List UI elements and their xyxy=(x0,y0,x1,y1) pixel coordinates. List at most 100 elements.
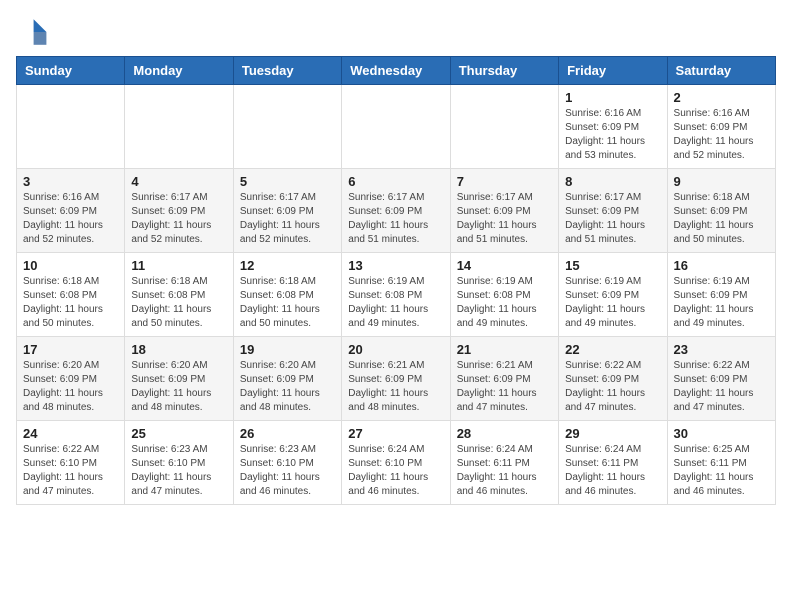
day-detail: Sunrise: 6:21 AM Sunset: 6:09 PM Dayligh… xyxy=(457,359,552,415)
day-detail: Sunrise: 6:22 AM Sunset: 6:10 PM Dayligh… xyxy=(23,443,118,499)
calendar-cell: 22 Sunrise: 6:22 AM Sunset: 6:09 PM Dayli… xyxy=(559,337,667,421)
calendar-cell: 16 Sunrise: 6:19 AM Sunset: 6:09 PM Dayli… xyxy=(667,253,775,337)
day-number: 8 xyxy=(565,174,660,189)
day-detail: Sunrise: 6:24 AM Sunset: 6:11 PM Dayligh… xyxy=(565,443,660,499)
day-number: 21 xyxy=(457,342,552,357)
calendar-cell: 24Sunrise: 6:22 AM Sunset: 6:10 PM Dayli… xyxy=(17,421,125,505)
day-number: 3 xyxy=(23,174,118,189)
day-detail: Sunrise: 6:19 AM Sunset: 6:08 PM Dayligh… xyxy=(457,275,552,331)
day-detail: Sunrise: 6:25 AM Sunset: 6:11 PM Dayligh… xyxy=(674,443,769,499)
day-number: 10 xyxy=(23,258,118,273)
day-detail: Sunrise: 6:19 AM Sunset: 6:09 PM Dayligh… xyxy=(565,275,660,331)
day-number: 16 xyxy=(674,258,769,273)
day-detail: Sunrise: 6:16 AM Sunset: 6:09 PM Dayligh… xyxy=(674,107,769,163)
calendar-day-header: Wednesday xyxy=(342,57,450,85)
day-number: 19 xyxy=(240,342,335,357)
day-number: 28 xyxy=(457,426,552,441)
day-number: 26 xyxy=(240,426,335,441)
calendar-day-header: Saturday xyxy=(667,57,775,85)
page-header xyxy=(16,16,776,48)
calendar-cell xyxy=(342,85,450,169)
day-detail: Sunrise: 6:20 AM Sunset: 6:09 PM Dayligh… xyxy=(23,359,118,415)
day-number: 17 xyxy=(23,342,118,357)
calendar-cell: 30 Sunrise: 6:25 AM Sunset: 6:11 PM Dayli… xyxy=(667,421,775,505)
calendar-day-header: Monday xyxy=(125,57,233,85)
day-detail: Sunrise: 6:19 AM Sunset: 6:09 PM Dayligh… xyxy=(674,275,769,331)
day-detail: Sunrise: 6:18 AM Sunset: 6:08 PM Dayligh… xyxy=(240,275,335,331)
day-number: 20 xyxy=(348,342,443,357)
logo-icon xyxy=(16,16,48,48)
day-detail: Sunrise: 6:18 AM Sunset: 6:08 PM Dayligh… xyxy=(23,275,118,331)
day-detail: Sunrise: 6:18 AM Sunset: 6:08 PM Dayligh… xyxy=(131,275,226,331)
calendar-cell: 13Sunrise: 6:19 AM Sunset: 6:08 PM Dayli… xyxy=(342,253,450,337)
calendar-cell: 12 Sunrise: 6:18 AM Sunset: 6:08 PM Dayli… xyxy=(233,253,341,337)
day-detail: Sunrise: 6:21 AM Sunset: 6:09 PM Dayligh… xyxy=(348,359,443,415)
day-detail: Sunrise: 6:24 AM Sunset: 6:11 PM Dayligh… xyxy=(457,443,552,499)
day-number: 7 xyxy=(457,174,552,189)
day-number: 11 xyxy=(131,258,226,273)
day-detail: Sunrise: 6:17 AM Sunset: 6:09 PM Dayligh… xyxy=(131,191,226,247)
day-detail: Sunrise: 6:20 AM Sunset: 6:09 PM Dayligh… xyxy=(131,359,226,415)
day-detail: Sunrise: 6:22 AM Sunset: 6:09 PM Dayligh… xyxy=(565,359,660,415)
calendar-cell: 29 Sunrise: 6:24 AM Sunset: 6:11 PM Dayli… xyxy=(559,421,667,505)
calendar-header: SundayMondayTuesdayWednesdayThursdayFrid… xyxy=(17,57,776,85)
day-detail: Sunrise: 6:17 AM Sunset: 6:09 PM Dayligh… xyxy=(457,191,552,247)
day-detail: Sunrise: 6:17 AM Sunset: 6:09 PM Dayligh… xyxy=(565,191,660,247)
calendar-cell: 25 Sunrise: 6:23 AM Sunset: 6:10 PM Dayli… xyxy=(125,421,233,505)
calendar-week-row: 24Sunrise: 6:22 AM Sunset: 6:10 PM Dayli… xyxy=(17,421,776,505)
calendar-cell: 11 Sunrise: 6:18 AM Sunset: 6:08 PM Dayli… xyxy=(125,253,233,337)
calendar-cell: 23 Sunrise: 6:22 AM Sunset: 6:09 PM Dayli… xyxy=(667,337,775,421)
day-number: 30 xyxy=(674,426,769,441)
calendar-cell: 15Sunrise: 6:19 AM Sunset: 6:09 PM Dayli… xyxy=(559,253,667,337)
day-detail: Sunrise: 6:22 AM Sunset: 6:09 PM Dayligh… xyxy=(674,359,769,415)
day-detail: Sunrise: 6:23 AM Sunset: 6:10 PM Dayligh… xyxy=(131,443,226,499)
day-number: 13 xyxy=(348,258,443,273)
calendar-week-row: 17 Sunrise: 6:20 AM Sunset: 6:09 PM Dayli… xyxy=(17,337,776,421)
day-detail: Sunrise: 6:18 AM Sunset: 6:09 PM Dayligh… xyxy=(674,191,769,247)
day-number: 4 xyxy=(131,174,226,189)
day-number: 25 xyxy=(131,426,226,441)
calendar-week-row: 3 Sunrise: 6:16 AM Sunset: 6:09 PM Daylig… xyxy=(17,169,776,253)
day-number: 23 xyxy=(674,342,769,357)
calendar-cell: 7 Sunrise: 6:17 AM Sunset: 6:09 PM Daylig… xyxy=(450,169,558,253)
calendar-cell: 19 Sunrise: 6:20 AM Sunset: 6:09 PM Dayli… xyxy=(233,337,341,421)
calendar-day-header: Sunday xyxy=(17,57,125,85)
calendar-cell xyxy=(125,85,233,169)
calendar-body: 1 Sunrise: 6:16 AM Sunset: 6:09 PM Daylig… xyxy=(17,85,776,505)
calendar-cell: 10 Sunrise: 6:18 AM Sunset: 6:08 PM Dayli… xyxy=(17,253,125,337)
day-detail: Sunrise: 6:20 AM Sunset: 6:09 PM Dayligh… xyxy=(240,359,335,415)
day-detail: Sunrise: 6:16 AM Sunset: 6:09 PM Dayligh… xyxy=(23,191,118,247)
calendar-day-header: Tuesday xyxy=(233,57,341,85)
calendar-cell xyxy=(17,85,125,169)
calendar-week-row: 1 Sunrise: 6:16 AM Sunset: 6:09 PM Daylig… xyxy=(17,85,776,169)
day-number: 29 xyxy=(565,426,660,441)
calendar-cell: 1Sunrise: 6:16 AM Sunset: 6:09 PM Daylig… xyxy=(559,85,667,169)
day-number: 27 xyxy=(348,426,443,441)
day-number: 2 xyxy=(674,90,769,105)
calendar-table: SundayMondayTuesdayWednesdayThursdayFrid… xyxy=(16,56,776,505)
day-detail: Sunrise: 6:24 AM Sunset: 6:10 PM Dayligh… xyxy=(348,443,443,499)
calendar-cell: 20 Sunrise: 6:21 AM Sunset: 6:09 PM Dayli… xyxy=(342,337,450,421)
calendar-cell: 14 Sunrise: 6:19 AM Sunset: 6:08 PM Dayli… xyxy=(450,253,558,337)
day-number: 5 xyxy=(240,174,335,189)
calendar-cell: 21 Sunrise: 6:21 AM Sunset: 6:09 PM Dayli… xyxy=(450,337,558,421)
day-number: 1 xyxy=(565,90,660,105)
calendar-day-header: Friday xyxy=(559,57,667,85)
calendar-cell: 27 Sunrise: 6:24 AM Sunset: 6:10 PM Dayli… xyxy=(342,421,450,505)
day-detail: Sunrise: 6:23 AM Sunset: 6:10 PM Dayligh… xyxy=(240,443,335,499)
calendar-cell: 26 Sunrise: 6:23 AM Sunset: 6:10 PM Dayli… xyxy=(233,421,341,505)
calendar-cell: 18 Sunrise: 6:20 AM Sunset: 6:09 PM Dayli… xyxy=(125,337,233,421)
day-number: 22 xyxy=(565,342,660,357)
day-number: 14 xyxy=(457,258,552,273)
day-number: 9 xyxy=(674,174,769,189)
day-detail: Sunrise: 6:17 AM Sunset: 6:09 PM Dayligh… xyxy=(240,191,335,247)
calendar-cell: 8 Sunrise: 6:17 AM Sunset: 6:09 PM Daylig… xyxy=(559,169,667,253)
logo xyxy=(16,16,52,48)
day-detail: Sunrise: 6:17 AM Sunset: 6:09 PM Dayligh… xyxy=(348,191,443,247)
day-number: 12 xyxy=(240,258,335,273)
calendar-cell: 5 Sunrise: 6:17 AM Sunset: 6:09 PM Daylig… xyxy=(233,169,341,253)
calendar-cell: 4 Sunrise: 6:17 AM Sunset: 6:09 PM Daylig… xyxy=(125,169,233,253)
calendar-cell: 3 Sunrise: 6:16 AM Sunset: 6:09 PM Daylig… xyxy=(17,169,125,253)
calendar-cell: 17 Sunrise: 6:20 AM Sunset: 6:09 PM Dayli… xyxy=(17,337,125,421)
day-number: 18 xyxy=(131,342,226,357)
